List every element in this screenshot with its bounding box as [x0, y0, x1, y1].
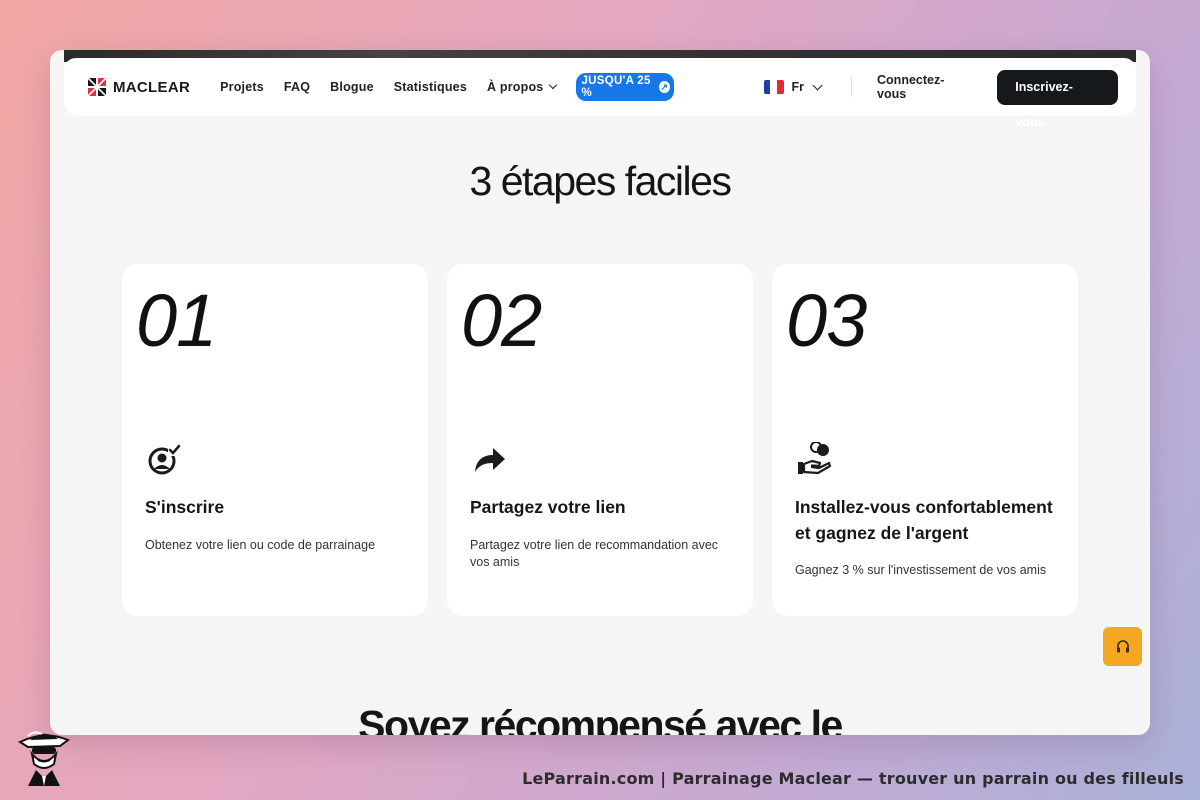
step-title: Partagez votre lien	[470, 497, 626, 517]
nav-about-label: À propos	[486, 80, 544, 94]
support-chat-button[interactable]	[1103, 627, 1142, 666]
nav-divider	[851, 77, 853, 97]
brand-name: MACLEAR	[113, 78, 191, 96]
step-title: S'inscrire	[145, 497, 225, 517]
step-card-2: 02 Partagez votre lien Partagez votre li…	[447, 264, 753, 616]
browser-window: MACLEAR Projets FAQ Blogue Statistiques …	[50, 50, 1150, 735]
chevron-down-icon	[549, 80, 558, 90]
next-section-title: Soyez récompensé avec le	[358, 702, 843, 735]
brand-logo[interactable]: MACLEAR	[88, 78, 190, 96]
step-description: Gagnez 3 % sur l'investissement de vos a…	[795, 563, 1047, 577]
promo-label: JUSQU'A 25 %	[581, 75, 651, 99]
user-check-icon	[148, 444, 181, 475]
nav-link-blogue[interactable]: Blogue	[330, 80, 374, 94]
nav-about-dropdown[interactable]: À propos	[486, 80, 558, 94]
nav-link-statistiques[interactable]: Statistiques	[394, 80, 467, 94]
login-link[interactable]: Connectez-vous	[877, 73, 971, 101]
section-title: 3 étapes faciles	[469, 158, 732, 204]
nav-link-projets[interactable]: Projets	[220, 80, 264, 94]
navbar: MACLEAR Projets FAQ Blogue Statistiques …	[64, 58, 1136, 129]
step-title: Installez-vous confortablement et gagnez…	[795, 497, 1053, 543]
france-flag-icon	[763, 80, 784, 94]
language-label: Fr	[791, 80, 805, 94]
external-arrow-icon: ↗	[658, 81, 670, 93]
headset-icon	[1116, 639, 1129, 652]
signup-button[interactable]: Inscrivez-vous	[997, 69, 1118, 129]
step-number: 01	[136, 279, 217, 362]
leparrain-mascot-logo	[17, 731, 71, 786]
share-arrow-icon	[475, 448, 505, 472]
language-selector[interactable]: Fr	[763, 80, 823, 94]
step-description: Obtenez votre lien ou code de parrainage	[145, 538, 376, 552]
chevron-down-icon	[812, 80, 823, 90]
hand-coin-icon	[798, 442, 832, 475]
nav-link-faq[interactable]: FAQ	[284, 80, 310, 94]
step-description: Partagez votre lien de recommandation av…	[470, 538, 719, 569]
step-card-3: 03 Installez-vous confortablement et gag…	[772, 264, 1078, 616]
step-number: 02	[461, 279, 542, 362]
step-card-1: 01 S'inscrire Obtenez votre lien ou code…	[122, 264, 428, 616]
footer-caption: LeParrain.com | Parrainage Maclear — tro…	[522, 769, 1184, 788]
step-number: 03	[786, 279, 867, 362]
nav-links: Projets FAQ Blogue Statistiques À propos…	[220, 73, 674, 101]
maclear-logo-icon	[88, 78, 106, 96]
promo-badge[interactable]: JUSQU'A 25 % ↗	[576, 73, 674, 101]
